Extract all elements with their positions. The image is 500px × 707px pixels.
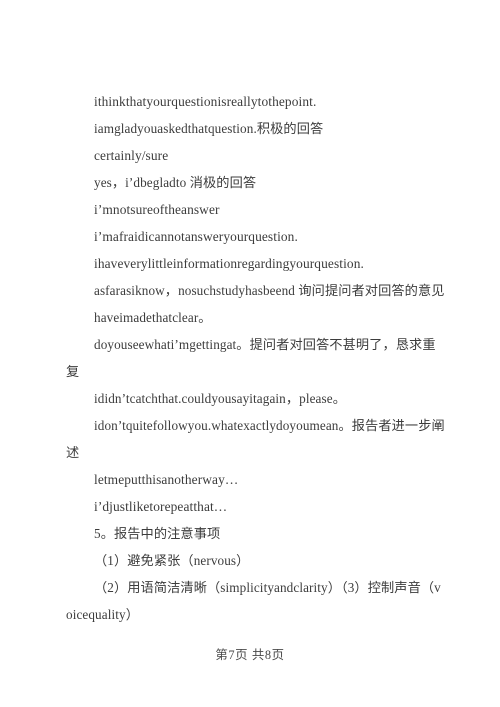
document-page: ithinkthatyourquestionisreallytothepoint… — [0, 0, 500, 707]
paragraph: ithinkthatyourquestionisreallytothepoint… — [94, 94, 317, 109]
paragraph: ididn’tcatchthat.couldyousayitagain，plea… — [94, 391, 346, 406]
paragraph: doyouseewhati’mgettingat。提问者对回答不甚明了，恳求重复 — [66, 337, 436, 379]
paragraph: asfarasiknow，nosuchstudyhasbeend 询问提问者对回… — [94, 283, 445, 298]
paragraph: （2）用语简洁清晰（simplicityandclarity）（3）控制声音（v… — [66, 580, 441, 622]
paragraph: iamgladyouaskedthatquestion.积极的回答 — [94, 121, 324, 136]
paragraph: certainly/sure — [94, 148, 169, 163]
paragraph: letmeputthisanotherway… — [94, 472, 239, 487]
paragraph: i’mnotsureoftheanswer — [94, 202, 220, 217]
paragraph: i’djustliketorepeatthat… — [94, 499, 228, 514]
paragraph: i’mafraidicannotansweryourquestion. — [94, 229, 298, 244]
paragraph: haveimadethatclear。 — [94, 310, 212, 325]
paragraph: 5。报告中的注意事项 — [94, 526, 221, 541]
document-body: ithinkthatyourquestionisreallytothepoint… — [66, 88, 446, 628]
paragraph: yes，i’dbegladto 消极的回答 — [94, 175, 257, 190]
paragraph: （1）避免紧张（nervous） — [94, 553, 250, 568]
paragraph: idon’tquitefollowyou.whatexactlydoyoumea… — [66, 418, 445, 460]
paragraph: ihaveverylittleinformationregardingyourq… — [94, 256, 364, 271]
page-footer: 第7页 共8页 — [0, 645, 500, 663]
page-number-label: 第7页 共8页 — [215, 648, 285, 662]
